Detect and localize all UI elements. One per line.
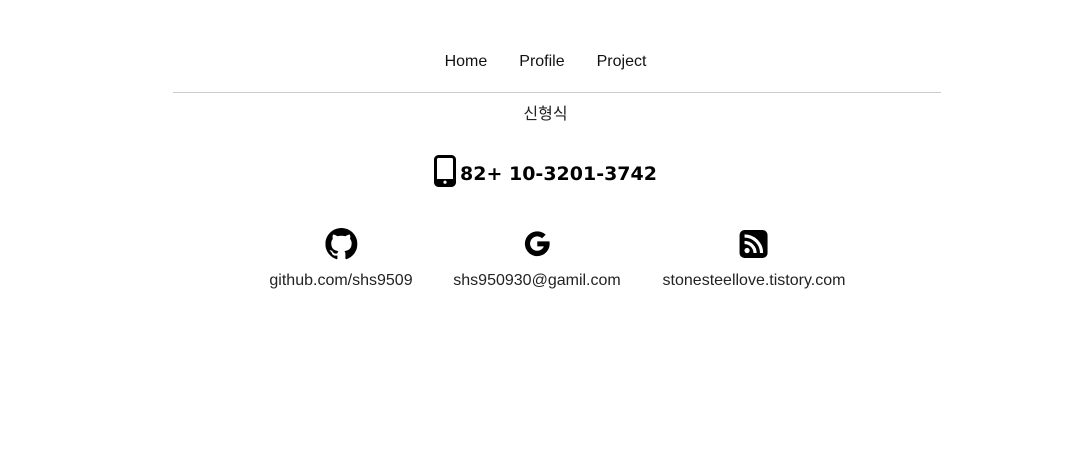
blog-link[interactable]: stonesteellove.tistory.com	[663, 271, 846, 291]
github-contact[interactable]: github.com/shs9509	[269, 228, 413, 291]
profile-name: 신형식	[523, 106, 568, 123]
email-contact[interactable]: shs950930@gamil.com	[453, 228, 621, 291]
page: Home Profile Project 신형식 82+ 10-3201-374…	[0, 0, 1091, 465]
github-icon	[324, 228, 357, 265]
phone-number: 82+ 10-3201-3742	[460, 162, 657, 185]
google-icon	[521, 228, 553, 265]
mobile-phone-icon	[434, 155, 457, 192]
github-link[interactable]: github.com/shs9509	[269, 271, 412, 291]
nav-project-link[interactable]: Project	[597, 50, 647, 74]
email-link[interactable]: shs950930@gamil.com	[453, 271, 620, 291]
blog-contact[interactable]: stonesteellove.tistory.com	[663, 228, 846, 291]
top-nav: Home Profile Project	[0, 50, 1091, 74]
nav-profile-link[interactable]: Profile	[519, 50, 564, 74]
nav-divider	[173, 92, 941, 93]
rss-icon	[738, 228, 770, 265]
phone-row: 82+ 10-3201-3742	[0, 155, 1091, 192]
nav-home-link[interactable]: Home	[445, 50, 488, 74]
